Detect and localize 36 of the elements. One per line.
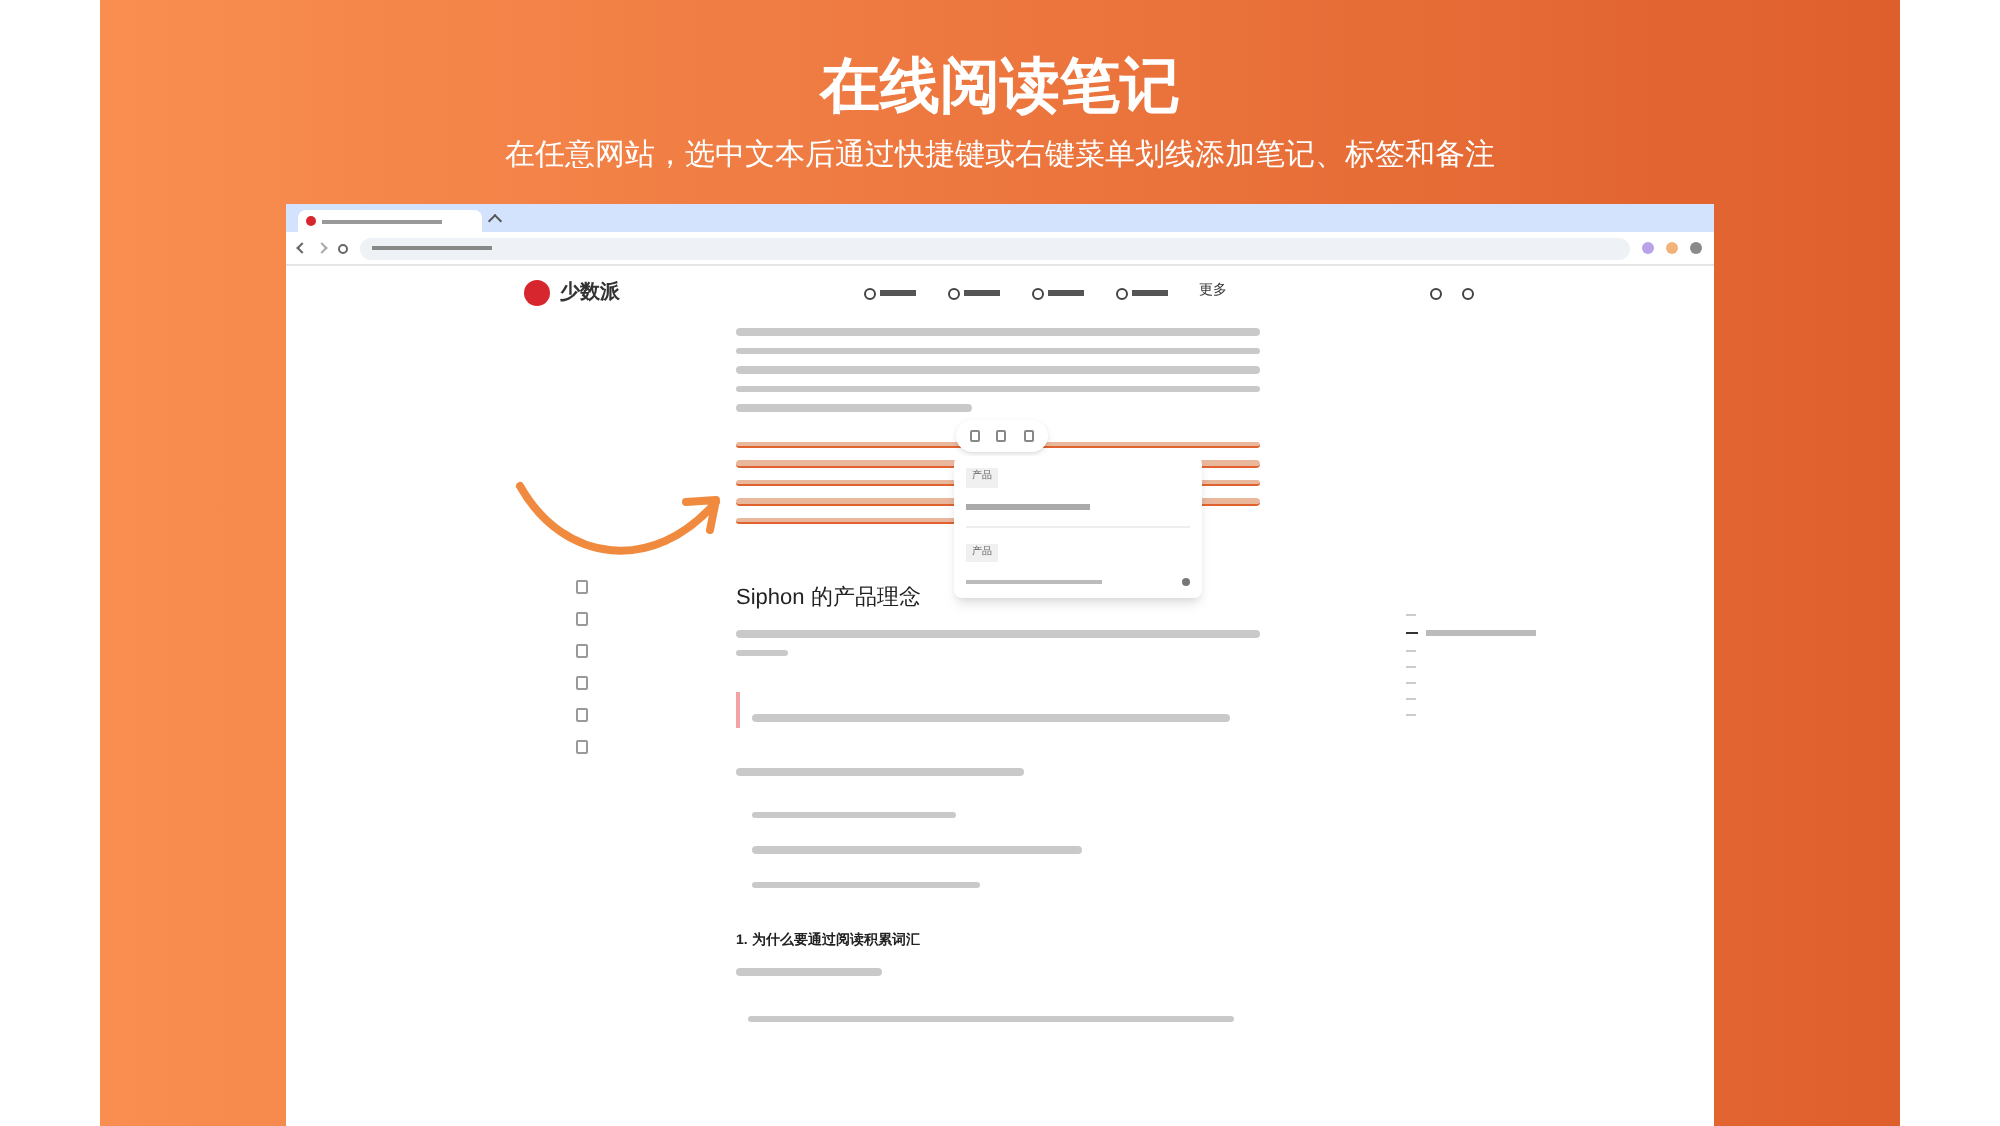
nav-item-drawing[interactable] (1115, 287, 1167, 299)
nav-item-drawing[interactable] (1031, 287, 1083, 299)
reload-icon[interactable] (338, 243, 348, 253)
sidebar-tool-icon[interactable] (575, 708, 587, 722)
nav-item-drawing[interactable] (947, 287, 999, 299)
banner-subtitle: 在任意网站，选中文本后通过快捷键或右键菜单划线添加笔记、标签和备注 (505, 136, 1495, 176)
sidebar-tool-icon[interactable] (575, 676, 587, 690)
toc-marker[interactable] (1406, 650, 1416, 652)
site-logo-text[interactable]: 少数派 (560, 278, 620, 308)
back-icon[interactable] (296, 242, 308, 254)
note-text-drawing (966, 503, 1090, 509)
toolbar-icon[interactable] (996, 430, 1007, 442)
toc-marker[interactable] (1406, 614, 1416, 616)
user-icon[interactable] (1462, 287, 1474, 299)
send-icon[interactable] (1182, 578, 1190, 586)
toc-marker[interactable] (1406, 714, 1416, 716)
browser-tab[interactable] (298, 210, 482, 232)
toolbar-icon[interactable] (1023, 430, 1034, 442)
sidebar-tool-icon[interactable] (575, 644, 587, 658)
profile-icon[interactable] (1690, 242, 1702, 254)
toc-marker[interactable] (1406, 698, 1416, 700)
toc-marker[interactable] (1406, 682, 1416, 684)
toolbar-icon[interactable] (970, 430, 981, 442)
favicon-icon (306, 216, 316, 226)
search-icon[interactable] (1430, 287, 1442, 299)
sidebar-tool-icon[interactable] (575, 580, 587, 594)
banner-title: 在线阅读笔记 (820, 52, 1180, 124)
nav-item-drawing[interactable] (863, 287, 915, 299)
text-line (736, 649, 789, 656)
toc-marker[interactable] (1406, 632, 1418, 634)
sidebar-tool-icon[interactable] (575, 740, 587, 754)
section-heading: Siphon 的产品理念 (736, 584, 923, 612)
toc-marker[interactable] (1406, 666, 1416, 668)
logo-icon (524, 280, 550, 306)
sidebar-tool-icon[interactable] (575, 612, 587, 626)
forward-icon[interactable] (316, 242, 328, 254)
